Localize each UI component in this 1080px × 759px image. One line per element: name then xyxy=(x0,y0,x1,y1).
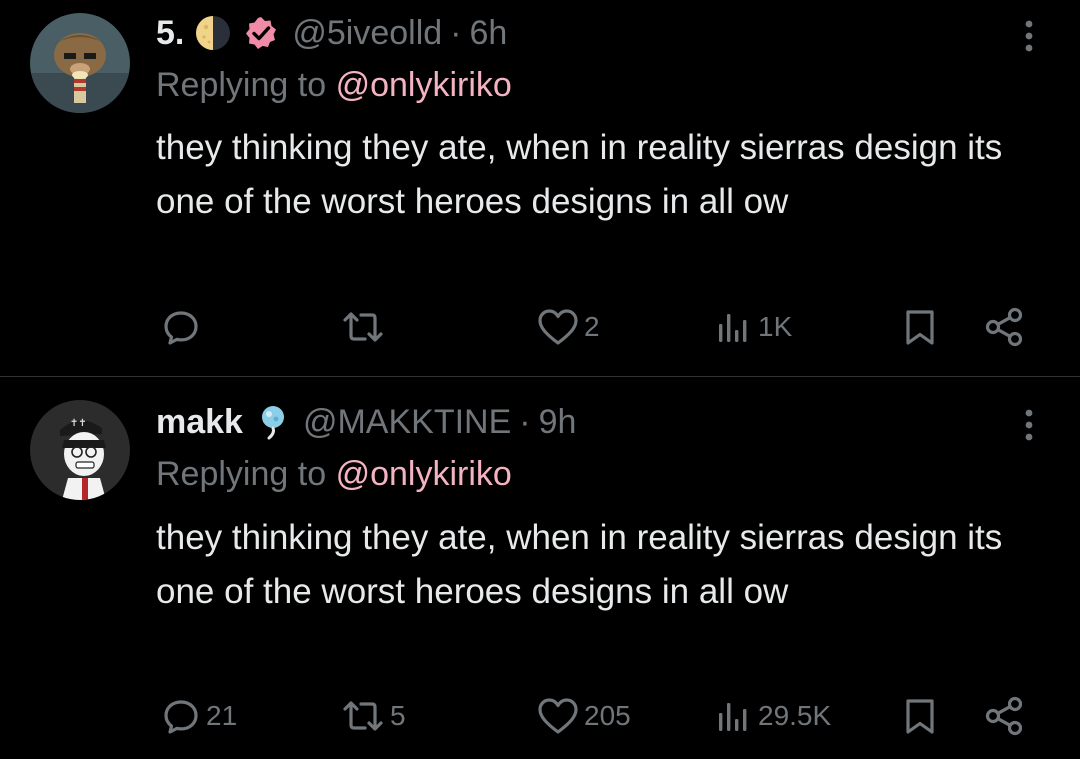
heart-icon xyxy=(538,698,578,734)
handle[interactable]: @MAKKTINE xyxy=(303,403,511,442)
repost-count: 5 xyxy=(390,700,406,731)
share-button[interactable] xyxy=(984,302,1026,352)
avatar[interactable]: ✝✝ xyxy=(30,400,130,500)
repost-button[interactable] xyxy=(340,302,390,352)
tweet-header: 5. @5iveolld · 6h xyxy=(156,11,507,55)
repost-button[interactable]: 5 xyxy=(340,691,406,741)
bookmark-icon xyxy=(906,699,934,734)
handle[interactable]: @5iveolld xyxy=(292,14,442,53)
display-name[interactable]: 5. xyxy=(156,14,184,53)
timestamp[interactable]: 6h xyxy=(470,14,508,53)
like-button[interactable]: 2 xyxy=(536,302,600,352)
separator-dot: · xyxy=(519,402,531,441)
more-options-icon[interactable] xyxy=(1018,16,1040,56)
verified-badge-icon xyxy=(246,17,277,49)
reply-icon xyxy=(164,311,198,345)
timestamp[interactable]: 9h xyxy=(539,403,577,442)
avatar[interactable] xyxy=(30,13,130,113)
views-icon xyxy=(719,703,747,731)
avatar-image xyxy=(30,13,130,113)
reply-count: 21 xyxy=(206,700,238,731)
heart-icon xyxy=(538,309,578,345)
reply-button[interactable] xyxy=(160,302,206,352)
tweet[interactable]: ✝✝ makk @MAKKTINE · 9h Replying to @only… xyxy=(0,377,1080,759)
views-count: 1K xyxy=(758,311,793,342)
tweet-text: they thinking they ate, when in reality … xyxy=(156,128,1003,221)
svg-text:✝✝: ✝✝ xyxy=(70,418,87,429)
tweet-header: makk @MAKKTINE · 9h xyxy=(156,400,576,444)
replying-to-mention[interactable]: @onlykiriko xyxy=(336,66,512,104)
replying-to-label: Replying to xyxy=(156,66,327,104)
bookmark-icon xyxy=(906,310,934,345)
tweet[interactable]: 5. @5iveolld · 6h Replying to @onlykirik… xyxy=(0,0,1080,376)
moon-icon xyxy=(196,16,231,50)
tweet-actions: 21 5 205 29.5K xyxy=(0,691,1080,741)
replying-to: Replying to @onlykiriko xyxy=(156,66,512,105)
repost-icon xyxy=(343,312,383,342)
share-icon xyxy=(985,696,1023,736)
avatar-image: ✝✝ xyxy=(30,400,130,500)
repost-icon xyxy=(343,701,383,731)
views-icon xyxy=(719,314,747,342)
like-count: 2 xyxy=(584,311,600,342)
replying-to-mention[interactable]: @onlykiriko xyxy=(336,455,512,493)
share-button[interactable] xyxy=(984,691,1026,741)
bookmark-button[interactable] xyxy=(900,302,940,352)
like-button[interactable]: 205 xyxy=(536,691,631,741)
bookmark-button[interactable] xyxy=(900,691,940,741)
views-button[interactable]: 29.5K xyxy=(714,691,831,741)
reply-button[interactable]: 21 xyxy=(160,691,237,741)
tweet-actions: 2 1K xyxy=(0,302,1080,352)
cotton-candy-icon xyxy=(261,406,284,440)
share-icon xyxy=(985,307,1023,347)
reply-icon xyxy=(164,700,198,734)
like-count: 205 xyxy=(584,700,631,731)
replying-to-label: Replying to xyxy=(156,455,327,493)
views-button[interactable]: 1K xyxy=(714,302,792,352)
separator-dot: · xyxy=(450,13,462,52)
display-name[interactable]: makk xyxy=(156,403,243,442)
more-options-icon[interactable] xyxy=(1018,405,1040,445)
tweet-text: they thinking they ate, when in reality … xyxy=(156,518,1003,611)
replying-to: Replying to @onlykiriko xyxy=(156,455,512,494)
views-count: 29.5K xyxy=(758,700,832,731)
